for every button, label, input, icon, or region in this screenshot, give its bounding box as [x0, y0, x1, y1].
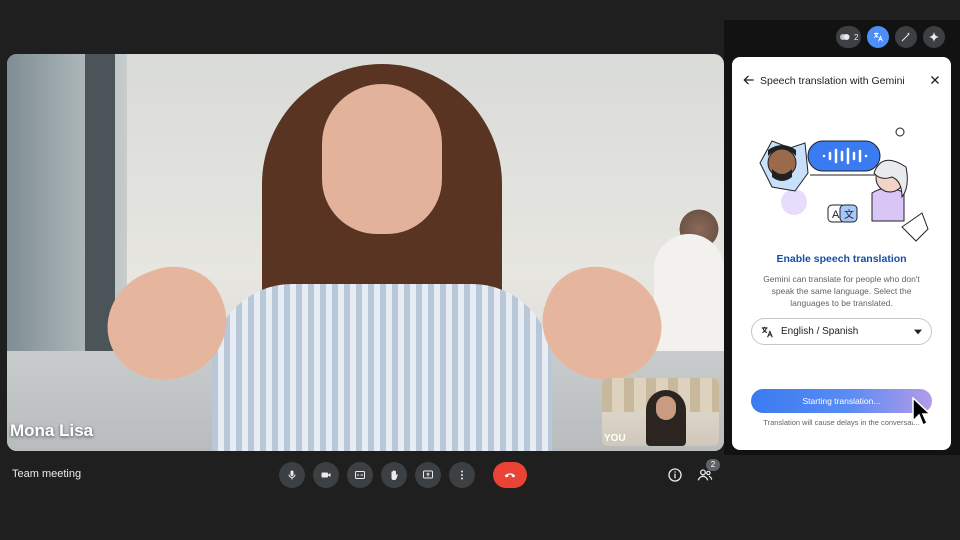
self-view-tile[interactable]: YOU [602, 378, 719, 446]
call-controls [279, 462, 527, 488]
translate-icon [761, 326, 773, 338]
magic-wand-icon [902, 32, 911, 42]
camera-button[interactable] [313, 462, 339, 488]
panel-header: Speech translation with Gemini [742, 73, 942, 89]
present-icon [423, 470, 433, 479]
info-icon[interactable] [667, 467, 683, 483]
top-actions: 2 [836, 26, 946, 48]
more-options-button[interactable] [449, 462, 475, 488]
background-vase [654, 234, 724, 364]
translation-panel: Speech translation with Gemini A 文 Enabl… [732, 57, 951, 450]
start-translation-button[interactable]: Starting translation... [751, 389, 932, 413]
raise-hand-button[interactable] [381, 462, 407, 488]
back-arrow-icon[interactable] [742, 73, 756, 87]
gemini-button[interactable] [923, 26, 946, 48]
panel-title: Speech translation with Gemini [760, 75, 905, 87]
end-call-icon [504, 473, 516, 478]
camera-icon [321, 472, 331, 478]
language-value: English / Spanish [781, 326, 859, 337]
mic-button[interactable] [279, 462, 305, 488]
participants-count: 2 [854, 32, 859, 42]
effects-button[interactable] [895, 26, 918, 48]
present-button[interactable] [415, 462, 441, 488]
svg-text:A: A [832, 209, 840, 221]
people-count-badge: 2 [706, 459, 720, 471]
raise-hand-icon [391, 470, 398, 481]
translate-button[interactable] [867, 26, 890, 48]
gemini-sparkle-icon [929, 32, 940, 42]
translation-illustration: A 文 [759, 127, 929, 242]
more-options-icon [461, 470, 463, 480]
participants-avatars-icon [840, 34, 850, 40]
dropdown-caret-icon [914, 329, 922, 335]
end-call-button[interactable] [493, 462, 527, 488]
speaker-name-label: Mona Lisa [10, 421, 94, 440]
enable-description: Gemini can translate for people who don'… [763, 274, 920, 308]
participants-button[interactable]: 2 [836, 26, 862, 48]
svg-text:文: 文 [844, 208, 854, 221]
mouse-cursor-icon [912, 397, 931, 427]
translate-icon [874, 32, 884, 42]
language-select[interactable]: English / Spanish [751, 318, 932, 345]
translation-delay-note: Translation will cause delays in the con… [763, 418, 920, 427]
self-view-label: YOU [604, 433, 626, 444]
close-icon[interactable] [928, 73, 942, 87]
enable-title: Enable speech translation [776, 253, 907, 265]
mic-icon [288, 470, 296, 480]
speaker-video [91, 54, 678, 451]
meeting-title: Team meeting [12, 468, 82, 480]
captions-icon [355, 471, 365, 479]
captions-button[interactable] [347, 462, 373, 488]
